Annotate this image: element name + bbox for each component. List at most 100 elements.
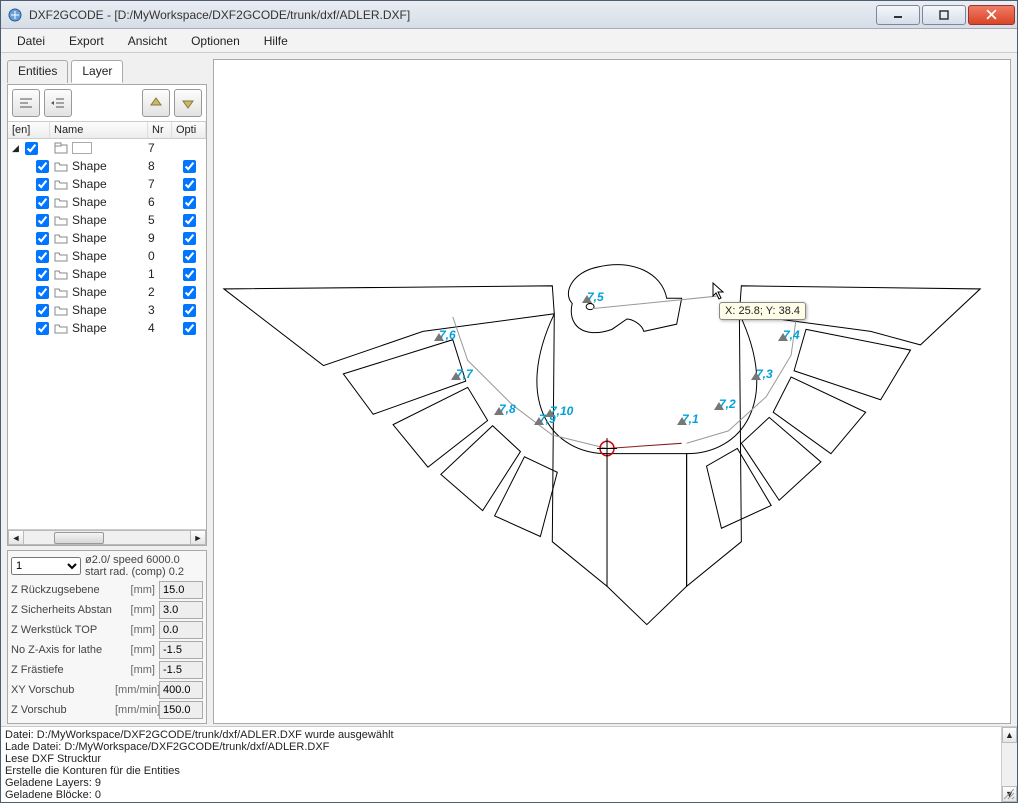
menu-ansicht[interactable]: Ansicht — [116, 31, 179, 51]
workspace: Entities Layer [en] Name Nr Opti — [1, 53, 1017, 726]
menubar: Datei Export Ansicht Optionen Hilfe — [1, 29, 1017, 53]
shape-marker-icon — [534, 417, 544, 425]
shape-enable-checkbox[interactable] — [36, 268, 49, 281]
menu-hilfe[interactable]: Hilfe — [252, 31, 300, 51]
shape-opt-checkbox[interactable] — [183, 286, 196, 299]
tree-row[interactable]: Shape8 — [8, 157, 206, 175]
resize-grip-icon[interactable] — [1001, 786, 1015, 800]
shape-enable-checkbox[interactable] — [36, 250, 49, 263]
shape-opt-checkbox[interactable] — [183, 232, 196, 245]
shape-enable-checkbox[interactable] — [36, 232, 49, 245]
param-label: Z Werkstück TOP — [11, 624, 115, 636]
log-text[interactable]: Datei: D:/MyWorkspace/DXF2GCODE/trunk/dx… — [1, 727, 1001, 802]
shape-nr: 4 — [148, 321, 172, 335]
shape-name: Shape — [72, 267, 107, 281]
shape-opt-checkbox[interactable] — [183, 250, 196, 263]
shape-enable-checkbox[interactable] — [36, 286, 49, 299]
col-name[interactable]: Name — [50, 122, 148, 138]
menu-export[interactable]: Export — [57, 31, 116, 51]
expand-toggle-icon[interactable]: ◢ — [12, 143, 19, 154]
folder-icon — [54, 304, 68, 316]
align-left-button[interactable] — [12, 89, 40, 117]
folder-icon — [54, 322, 68, 334]
param-row: No Z-Axis for lathe[mm] — [11, 640, 203, 660]
tool-info-1: ø2.0/ speed 6000.0 — [85, 554, 203, 566]
shape-nr: 8 — [148, 159, 172, 173]
root-nr: 7 — [148, 141, 172, 155]
shape-marker-icon — [677, 417, 687, 425]
log-line: Datei: D:/MyWorkspace/DXF2GCODE/trunk/dx… — [5, 729, 997, 741]
param-value[interactable] — [159, 661, 203, 679]
close-button[interactable] — [968, 5, 1015, 25]
canvas-svg — [214, 60, 1010, 723]
shape-name: Shape — [72, 303, 107, 317]
shape-nr: 0 — [148, 249, 172, 263]
maximize-button[interactable] — [922, 5, 966, 25]
root-enable-checkbox[interactable] — [25, 142, 38, 155]
tree-root-row[interactable]: ◢ 7 — [8, 139, 206, 157]
tree-row[interactable]: Shape3 — [8, 301, 206, 319]
col-enable[interactable]: [en] — [8, 122, 50, 138]
tree-row[interactable]: Shape1 — [8, 265, 206, 283]
folder-icon — [54, 250, 68, 262]
shape-nr: 7 — [148, 177, 172, 191]
param-label: No Z-Axis for lathe — [11, 644, 115, 656]
param-value[interactable] — [159, 641, 203, 659]
shape-name: Shape — [72, 231, 107, 245]
shape-enable-checkbox[interactable] — [36, 304, 49, 317]
shape-enable-checkbox[interactable] — [36, 214, 49, 227]
shape-enable-checkbox[interactable] — [36, 196, 49, 209]
scroll-right-icon[interactable]: ► — [190, 530, 206, 545]
log-line: Lade Datei: D:/MyWorkspace/DXF2GCODE/tru… — [5, 741, 997, 753]
drawing-canvas[interactable]: 7,57,67,77,87,97,107,17,27,37,4 X: 25.8;… — [213, 59, 1011, 724]
param-value[interactable] — [159, 581, 203, 599]
minimize-button[interactable] — [876, 5, 920, 25]
shape-opt-checkbox[interactable] — [183, 178, 196, 191]
param-unit: [mm] — [115, 624, 159, 636]
shape-marker-icon — [714, 402, 724, 410]
col-nr[interactable]: Nr — [148, 122, 172, 138]
param-value[interactable] — [159, 601, 203, 619]
shape-opt-checkbox[interactable] — [183, 160, 196, 173]
scroll-left-icon[interactable]: ◄ — [8, 530, 24, 545]
move-up-button[interactable] — [142, 89, 170, 117]
shape-opt-checkbox[interactable] — [183, 304, 196, 317]
tree-row[interactable]: Shape 9 — [8, 229, 206, 247]
shape-opt-checkbox[interactable] — [183, 268, 196, 281]
param-value[interactable] — [159, 701, 203, 719]
col-opt[interactable]: Opti — [172, 122, 206, 138]
param-value[interactable] — [159, 681, 203, 699]
tree-hscrollbar[interactable]: ◄ ► — [8, 529, 206, 545]
param-label: XY Vorschub — [11, 684, 115, 696]
tree-row[interactable]: Shape0 — [8, 247, 206, 265]
tool-select[interactable]: 1 — [11, 557, 81, 575]
tree-row[interactable]: Shape5 — [8, 211, 206, 229]
scroll-up-icon[interactable]: ▲ — [1002, 727, 1017, 743]
indent-button[interactable] — [44, 89, 72, 117]
shape-opt-checkbox[interactable] — [183, 322, 196, 335]
shape-nr: 9 — [148, 231, 172, 245]
folder-icon — [54, 232, 68, 244]
menu-datei[interactable]: Datei — [5, 31, 57, 51]
tree-row[interactable]: Shape6 — [8, 193, 206, 211]
param-unit: [mm] — [115, 644, 159, 656]
menu-optionen[interactable]: Optionen — [179, 31, 252, 51]
scroll-thumb[interactable] — [54, 532, 104, 544]
tree-row[interactable]: Shape2 — [8, 283, 206, 301]
shape-opt-checkbox[interactable] — [183, 196, 196, 209]
param-label: Z Frästiefe — [11, 664, 115, 676]
shape-enable-checkbox[interactable] — [36, 178, 49, 191]
tab-layer[interactable]: Layer — [71, 60, 123, 83]
move-down-button[interactable] — [174, 89, 202, 117]
tree-row[interactable]: Shape7 — [8, 175, 206, 193]
shape-marker-icon — [778, 333, 788, 341]
app-icon — [7, 7, 23, 23]
tree-row[interactable]: Shape4 — [8, 319, 206, 337]
layer-tree[interactable]: ◢ 7 Shape8Shape7Shape6Shape5Shape9Shape0… — [8, 139, 206, 529]
shape-enable-checkbox[interactable] — [36, 322, 49, 335]
folder-icon — [54, 196, 68, 208]
param-value[interactable] — [159, 621, 203, 639]
shape-enable-checkbox[interactable] — [36, 160, 49, 173]
tab-entities[interactable]: Entities — [7, 60, 68, 83]
shape-opt-checkbox[interactable] — [183, 214, 196, 227]
